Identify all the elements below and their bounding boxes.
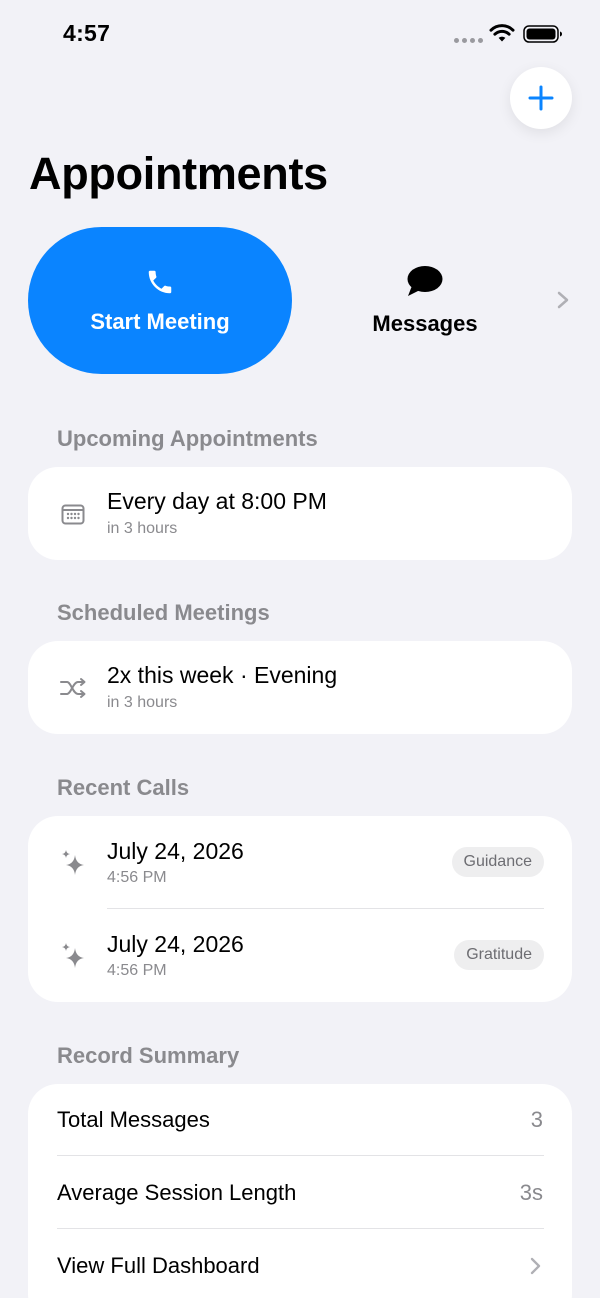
shuffle-icon <box>58 673 88 703</box>
list-item[interactable]: July 24, 2026 4:56 PM Guidance <box>28 816 572 909</box>
sparkles-icon <box>58 848 88 878</box>
scheduled-meetings-header: Scheduled Meetings <box>57 600 270 625</box>
upcoming-appointment-subtitle: in 3 hours <box>107 520 178 537</box>
sparkles-icon <box>58 941 88 971</box>
view-full-dashboard-row[interactable]: View Full Dashboard <box>28 1229 572 1298</box>
messages-label: Messages <box>372 310 478 336</box>
average-session-length-value: 3s <box>519 1180 543 1205</box>
total-messages-value: 3 <box>530 1107 543 1132</box>
record-summary-header: Record Summary <box>57 1043 240 1068</box>
messages-button[interactable]: Messages <box>325 227 525 374</box>
recent-calls-header: Recent Calls <box>57 775 190 800</box>
add-button[interactable] <box>510 67 572 129</box>
scheduled-meeting-title: 2x this week · Evening <box>107 662 338 688</box>
phone-icon <box>148 270 172 293</box>
page-title: Appointments <box>29 148 328 199</box>
chevron-right-icon <box>530 1257 541 1275</box>
wifi-icon <box>489 24 515 42</box>
recent-call-date: July 24, 2026 <box>107 838 244 864</box>
status-bar: 4:57 <box>0 0 600 64</box>
start-meeting-button[interactable]: Start Meeting <box>28 227 292 374</box>
battery-icon <box>523 25 562 43</box>
start-meeting-label: Start Meeting <box>90 308 230 334</box>
chevron-right-icon[interactable] <box>556 290 570 310</box>
category-tag: Gratitude <box>454 940 544 970</box>
calendar-icon <box>58 499 88 529</box>
message-bubble-icon <box>407 265 443 296</box>
upcoming-appointment-title: Every day at 8:00 PM <box>107 488 327 514</box>
average-session-length-label: Average Session Length <box>57 1180 297 1205</box>
upcoming-appointment-card[interactable]: Every day at 8:00 PM in 3 hours <box>28 467 572 560</box>
status-time: 4:57 <box>63 20 111 46</box>
divider <box>57 1155 544 1156</box>
scheduled-meeting-subtitle: in 3 hours <box>107 694 178 711</box>
list-item[interactable]: July 24, 2026 4:56 PM Gratitude <box>28 909 572 1002</box>
recent-call-time: 4:56 PM <box>107 962 167 979</box>
recent-calls-card: July 24, 2026 4:56 PM Guidance July 24, … <box>28 816 572 1002</box>
upcoming-appointments-header: Upcoming Appointments <box>57 426 318 451</box>
recent-call-date: July 24, 2026 <box>107 931 244 957</box>
plus-icon <box>528 85 554 111</box>
scheduled-meeting-card[interactable]: 2x this week · Evening in 3 hours <box>28 641 572 734</box>
cellular-signal-icon <box>454 38 483 43</box>
view-full-dashboard-label: View Full Dashboard <box>57 1253 260 1278</box>
total-messages-label: Total Messages <box>57 1107 210 1132</box>
category-tag: Guidance <box>451 847 544 877</box>
record-summary-card: Total Messages 3 Average Session Length … <box>28 1084 572 1298</box>
recent-call-time: 4:56 PM <box>107 869 167 886</box>
